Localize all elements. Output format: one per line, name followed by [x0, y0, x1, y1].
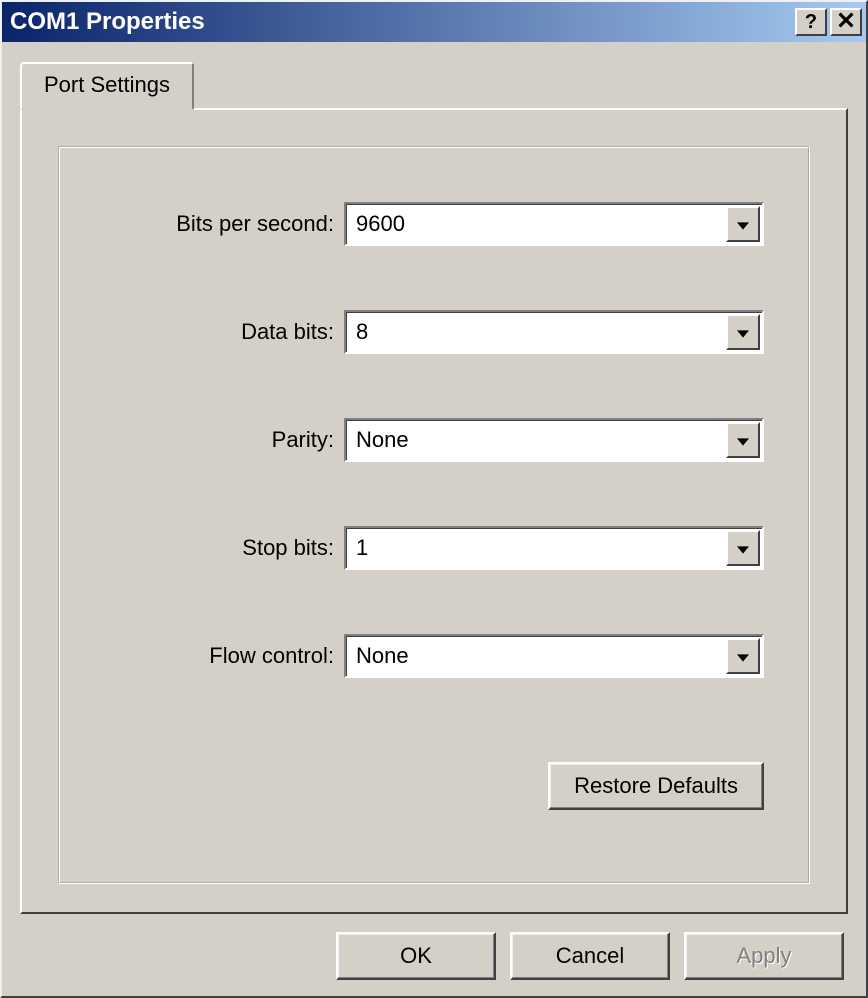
cancel-button[interactable]: Cancel: [510, 932, 670, 980]
client-area: Port Settings Bits per second: 9600 Data…: [2, 42, 866, 996]
button-label: Cancel: [556, 943, 624, 969]
tab-port-settings[interactable]: Port Settings: [20, 62, 194, 110]
label-bits-per-second: Bits per second:: [104, 211, 344, 237]
apply-button[interactable]: Apply: [684, 932, 844, 980]
field-bits-per-second: Bits per second: 9600: [104, 202, 764, 246]
label-parity: Parity:: [104, 427, 344, 453]
help-button[interactable]: ?: [795, 8, 827, 36]
dialog-buttons: OK Cancel Apply: [20, 914, 848, 984]
field-stop-bits: Stop bits: 1: [104, 526, 764, 570]
dropdown-button[interactable]: [726, 206, 760, 242]
button-label: Restore Defaults: [574, 773, 738, 799]
field-flow-control: Flow control: None: [104, 634, 764, 678]
dialog-window: COM1 Properties ? Port Settings Bits per…: [0, 0, 868, 998]
dropdown-button[interactable]: [726, 638, 760, 674]
label-stop-bits: Stop bits:: [104, 535, 344, 561]
combo-value: None: [346, 420, 724, 460]
settings-group: Bits per second: 9600 Data bits: 8: [58, 146, 810, 884]
restore-defaults-button[interactable]: Restore Defaults: [548, 762, 764, 810]
button-label: OK: [400, 943, 432, 969]
chevron-down-icon: [737, 427, 749, 453]
dropdown-button[interactable]: [726, 422, 760, 458]
tab-label: Port Settings: [44, 72, 170, 97]
field-parity: Parity: None: [104, 418, 764, 462]
chevron-down-icon: [737, 643, 749, 669]
chevron-down-icon: [737, 319, 749, 345]
label-data-bits: Data bits:: [104, 319, 344, 345]
dropdown-button[interactable]: [726, 530, 760, 566]
chevron-down-icon: [737, 211, 749, 237]
close-icon: [838, 11, 854, 34]
close-button[interactable]: [830, 8, 862, 36]
combo-bits-per-second[interactable]: 9600: [344, 202, 764, 246]
combo-value: None: [346, 636, 724, 676]
restore-row: Restore Defaults: [104, 762, 764, 810]
titlebar: COM1 Properties ?: [2, 2, 866, 42]
combo-data-bits[interactable]: 8: [344, 310, 764, 354]
window-title: COM1 Properties: [10, 8, 205, 36]
combo-parity[interactable]: None: [344, 418, 764, 462]
help-icon: ?: [805, 11, 817, 34]
combo-stop-bits[interactable]: 1: [344, 526, 764, 570]
button-label: Apply: [736, 943, 791, 969]
field-data-bits: Data bits: 8: [104, 310, 764, 354]
combo-flow-control[interactable]: None: [344, 634, 764, 678]
combo-value: 8: [346, 312, 724, 352]
chevron-down-icon: [737, 535, 749, 561]
ok-button[interactable]: OK: [336, 932, 496, 980]
combo-value: 1: [346, 528, 724, 568]
tab-strip: Port Settings: [20, 60, 848, 108]
tab-page: Bits per second: 9600 Data bits: 8: [20, 108, 848, 914]
combo-value: 9600: [346, 204, 724, 244]
dropdown-button[interactable]: [726, 314, 760, 350]
label-flow-control: Flow control:: [104, 643, 344, 669]
